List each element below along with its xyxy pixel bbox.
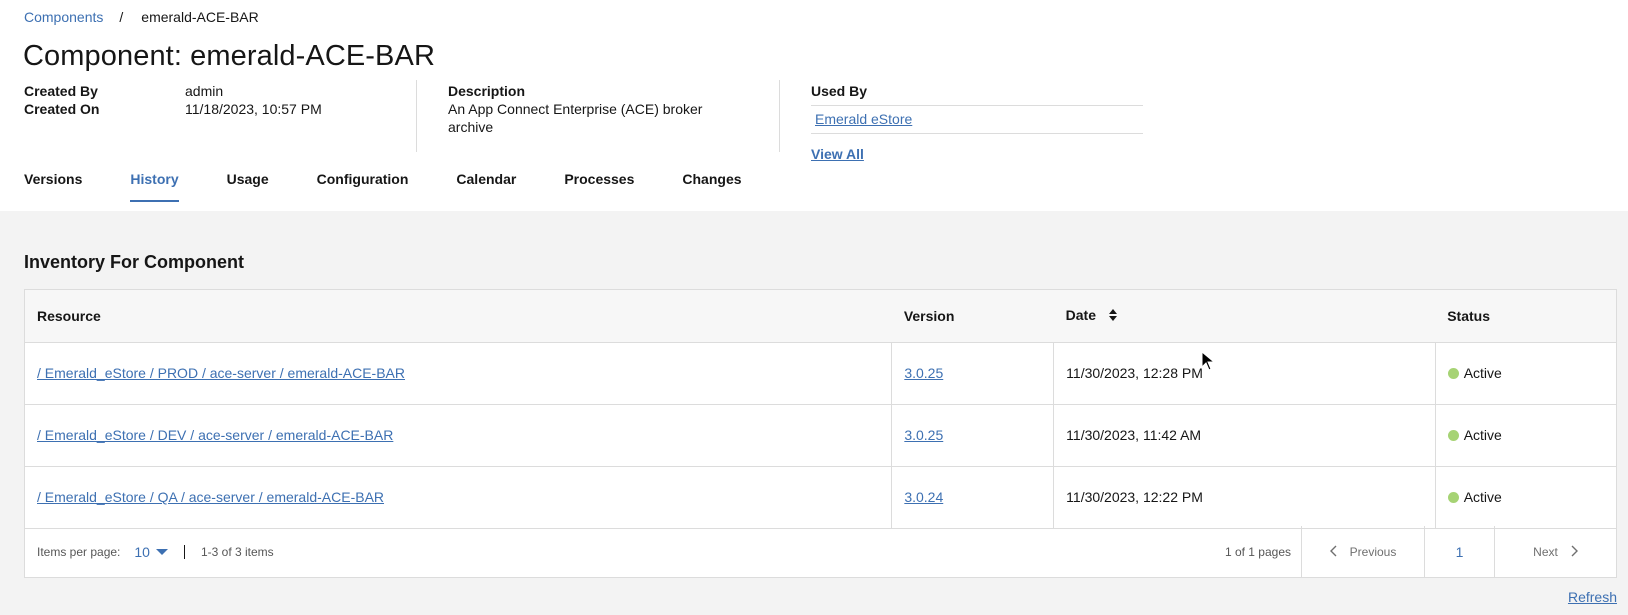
chevron-left-icon <box>1329 544 1338 560</box>
items-range: 1-3 of 3 items <box>200 544 274 559</box>
version-link[interactable]: 3.0.24 <box>904 489 943 505</box>
used-by-emerald-estore-link[interactable]: Emerald eStore <box>811 110 1143 128</box>
divider <box>779 80 780 152</box>
used-by-label: Used By <box>811 83 868 99</box>
status-active-icon <box>1447 430 1459 441</box>
version-link[interactable]: 3.0.25 <box>904 427 943 443</box>
previous-page-button[interactable]: Previous <box>1301 526 1424 577</box>
tab-changes[interactable]: Changes <box>682 171 741 202</box>
pages-text: 1 of 1 pages <box>1224 544 1291 559</box>
description-info: Description An App Connect Enterprise (A… <box>448 82 738 136</box>
column-header-version: Version <box>891 290 1054 343</box>
component-header: Components / emerald-ACE-BAR Component: … <box>0 0 1628 211</box>
inventory-title: Inventory For Component <box>24 252 244 272</box>
next-label: Next <box>1533 544 1558 559</box>
status-cell: Active <box>1434 342 1616 405</box>
page-title: Component: emerald-ACE-BAR <box>23 40 435 72</box>
next-page-button[interactable]: Next <box>1494 526 1616 577</box>
resource-link[interactable]: / Emerald_eStore / PROD / ace-server / e… <box>37 365 405 381</box>
created-info: Created By admin Created On 11/18/2023, … <box>24 82 322 118</box>
table-row: / Emerald_eStore / QA / ace-server / eme… <box>25 466 1616 529</box>
status-active-icon <box>1447 368 1459 379</box>
description-label: Description <box>448 83 526 99</box>
version-link[interactable]: 3.0.25 <box>904 365 943 381</box>
column-header-status: Status <box>1435 290 1616 343</box>
status-text: Active <box>1463 427 1502 443</box>
created-on-value: 11/18/2023, 10:57 PM <box>185 101 322 117</box>
status-active-icon <box>1447 492 1459 503</box>
tab-calendar[interactable]: Calendar <box>456 171 516 202</box>
breadcrumb-separator: / <box>119 9 124 25</box>
breadcrumb: Components / emerald-ACE-BAR <box>24 9 259 25</box>
inventory-table: Resource Version Date Status / Emerald_e… <box>24 289 1617 578</box>
description-value: An App Connect Enterprise (ACE) broker a… <box>448 101 703 135</box>
column-header-date[interactable]: Date <box>1053 290 1436 343</box>
table-row: / Emerald_eStore / PROD / ace-server / e… <box>25 342 1616 405</box>
status-cell: Active <box>1434 404 1616 467</box>
component-tabs: Versions History Usage Configuration Cal… <box>24 171 790 202</box>
divider <box>183 544 185 559</box>
created-on-label: Created On <box>24 101 100 117</box>
items-per-page-select[interactable]: 10 <box>134 544 168 560</box>
tab-history[interactable]: History <box>130 171 179 202</box>
items-per-page-label: Items per page: <box>37 544 121 559</box>
tab-usage[interactable]: Usage <box>227 171 269 202</box>
date-cell: 11/30/2023, 12:28 PM <box>1053 342 1436 405</box>
used-by-info: Used By Emerald eStore View All <box>811 82 1143 163</box>
status-text: Active <box>1463 365 1502 381</box>
tab-versions[interactable]: Versions <box>24 171 82 202</box>
items-per-page-value: 10 <box>134 543 150 560</box>
date-cell: 11/30/2023, 11:42 AM <box>1053 404 1436 467</box>
tab-configuration[interactable]: Configuration <box>317 171 409 202</box>
view-all-link[interactable]: View All <box>811 145 864 163</box>
pagination-bar: Items per page: 10 1-3 of 3 items 1 of 1… <box>25 526 1616 577</box>
divider <box>811 105 1143 106</box>
caret-down-icon <box>155 548 168 555</box>
sort-icon[interactable] <box>1108 308 1118 325</box>
tab-processes[interactable]: Processes <box>564 171 634 202</box>
chevron-right-icon <box>1570 544 1578 560</box>
column-header-date-label: Date <box>1065 306 1097 323</box>
resource-link[interactable]: / Emerald_eStore / DEV / ace-server / em… <box>37 427 393 443</box>
status-text: Active <box>1463 489 1502 505</box>
mouse-cursor-icon <box>1201 350 1216 376</box>
status-cell: Active <box>1434 466 1616 529</box>
date-cell: 11/30/2023, 12:22 PM <box>1053 466 1436 529</box>
refresh-link[interactable]: Refresh <box>1568 589 1617 605</box>
created-by-value: admin <box>185 83 224 99</box>
breadcrumb-current: emerald-ACE-BAR <box>141 9 259 25</box>
resource-link[interactable]: / Emerald_eStore / QA / ace-server / eme… <box>37 489 384 505</box>
divider <box>811 133 1143 134</box>
created-by-label: Created By <box>24 83 98 99</box>
table-row: / Emerald_eStore / DEV / ace-server / em… <box>25 404 1616 467</box>
breadcrumb-components-link[interactable]: Components <box>24 9 103 25</box>
column-header-resource: Resource <box>25 290 892 343</box>
previous-label: Previous <box>1349 544 1397 559</box>
table-header-row: Resource Version Date Status <box>25 290 1616 343</box>
divider <box>416 80 417 152</box>
page-number-button[interactable]: 1 <box>1424 526 1494 577</box>
